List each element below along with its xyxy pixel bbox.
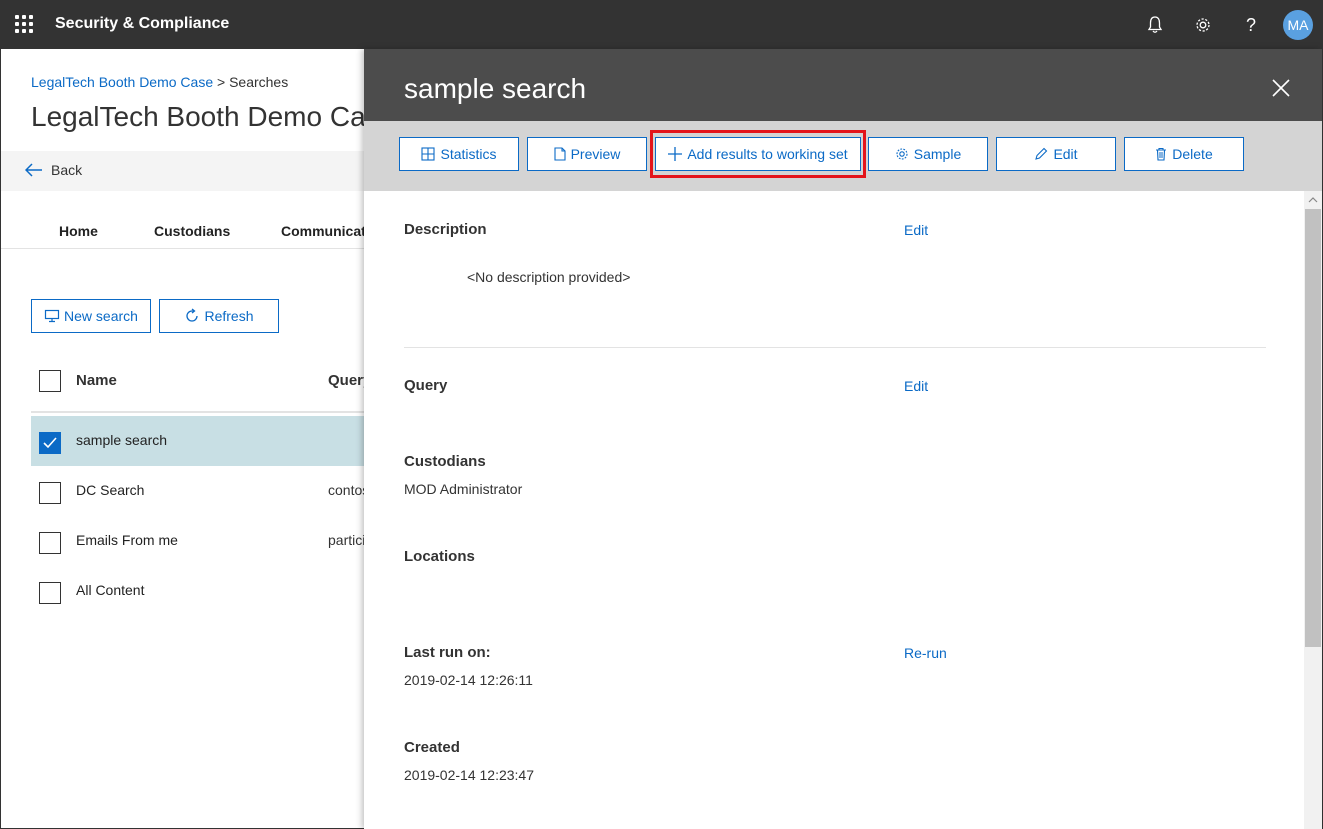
new-search-button[interactable]: New search xyxy=(31,299,151,333)
sample-button[interactable]: Sample xyxy=(868,137,988,171)
close-icon[interactable] xyxy=(1270,77,1292,99)
page-title: LegalTech Booth Demo Case xyxy=(31,101,396,132)
description-label: Description xyxy=(404,221,487,238)
preview-label: Preview xyxy=(570,146,621,162)
check-icon xyxy=(43,437,57,449)
case-tabs: Home Custodians Communications xyxy=(1,209,401,249)
document-icon xyxy=(554,147,566,161)
back-arrow-icon xyxy=(25,163,42,177)
grid-icon xyxy=(421,147,436,161)
list-item[interactable]: sample search xyxy=(31,416,371,466)
row-name: sample search xyxy=(76,432,168,448)
search-details-panel: sample search Statistics Preview Add res… xyxy=(364,49,1322,829)
refresh-button[interactable]: Refresh xyxy=(159,299,279,333)
list-header: Name Query xyxy=(31,363,371,413)
command-bar: Statistics Preview Add results to workin… xyxy=(364,121,1322,191)
scrollbar-thumb[interactable] xyxy=(1305,209,1321,647)
back-label: Back xyxy=(51,162,83,178)
row-name: DC Search xyxy=(76,482,145,498)
delete-label: Delete xyxy=(1172,146,1213,162)
bell-icon[interactable] xyxy=(1141,11,1169,39)
locations-label: Locations xyxy=(404,548,475,565)
row-checkbox[interactable] xyxy=(39,432,61,454)
row-name: All Content xyxy=(76,582,145,598)
monitor-icon xyxy=(44,309,60,323)
help-icon[interactable]: ? xyxy=(1237,11,1265,39)
row-checkbox[interactable] xyxy=(39,482,61,504)
edit-button[interactable]: Edit xyxy=(996,137,1116,171)
row-checkbox[interactable] xyxy=(39,582,61,604)
query-edit-link[interactable]: Edit xyxy=(904,378,928,394)
preview-button[interactable]: Preview xyxy=(527,137,647,171)
list-item[interactable]: All Content xyxy=(31,566,371,616)
avatar[interactable]: MA xyxy=(1283,10,1313,40)
breadcrumb: LegalTech Booth Demo Case > Searches xyxy=(31,74,288,90)
refresh-icon xyxy=(186,308,199,322)
gear-icon[interactable] xyxy=(1189,11,1217,39)
select-all-checkbox[interactable] xyxy=(39,370,61,392)
rerun-link[interactable]: Re-run xyxy=(904,645,947,661)
sample-label: Sample xyxy=(913,146,962,162)
breadcrumb-current: Searches xyxy=(229,74,289,90)
row-checkbox[interactable] xyxy=(39,532,61,554)
tab-home[interactable]: Home xyxy=(59,223,98,239)
last-run-label: Last run on: xyxy=(404,644,491,661)
description-edit-link[interactable]: Edit xyxy=(904,222,928,238)
breadcrumb-separator: > xyxy=(217,74,226,90)
statistics-label: Statistics xyxy=(440,146,497,162)
refresh-label: Refresh xyxy=(204,308,254,324)
delete-button[interactable]: Delete xyxy=(1124,137,1244,171)
list-item[interactable]: Emails From me participants xyxy=(31,516,400,566)
query-label: Query xyxy=(404,377,448,394)
list-item[interactable]: DC Search contoso xyxy=(31,466,377,516)
created-label: Created xyxy=(404,739,460,756)
row-name: Emails From me xyxy=(76,532,178,548)
created-value: 2019-02-14 12:23:47 xyxy=(404,767,534,783)
top-bar: Security & Compliance ? MA xyxy=(1,1,1322,49)
edit-label: Edit xyxy=(1053,146,1078,162)
app-title[interactable]: Security & Compliance xyxy=(55,15,229,33)
last-run-value: 2019-02-14 12:26:11 xyxy=(404,672,533,688)
panel-content: Description Edit <No description provide… xyxy=(364,191,1304,829)
panel-header: sample search xyxy=(364,49,1322,121)
statistics-button[interactable]: Statistics xyxy=(399,137,519,171)
description-value: <No description provided> xyxy=(467,269,631,285)
panel-title: sample search xyxy=(404,73,587,104)
custodians-value: MOD Administrator xyxy=(404,481,523,497)
waffle-icon[interactable] xyxy=(15,15,33,33)
new-search-label: New search xyxy=(64,308,138,324)
column-name[interactable]: Name xyxy=(76,372,117,389)
custodians-label: Custodians xyxy=(404,453,486,470)
back-button[interactable]: Back xyxy=(25,162,82,178)
trash-icon xyxy=(1156,147,1167,161)
breadcrumb-case-link[interactable]: LegalTech Booth Demo Case xyxy=(31,74,213,90)
pencil-icon xyxy=(1035,147,1048,160)
highlight-box xyxy=(650,130,866,178)
tab-custodians[interactable]: Custodians xyxy=(154,223,230,239)
divider xyxy=(404,347,1266,348)
scroll-up-icon[interactable] xyxy=(1308,196,1318,204)
gear-icon xyxy=(896,148,908,160)
